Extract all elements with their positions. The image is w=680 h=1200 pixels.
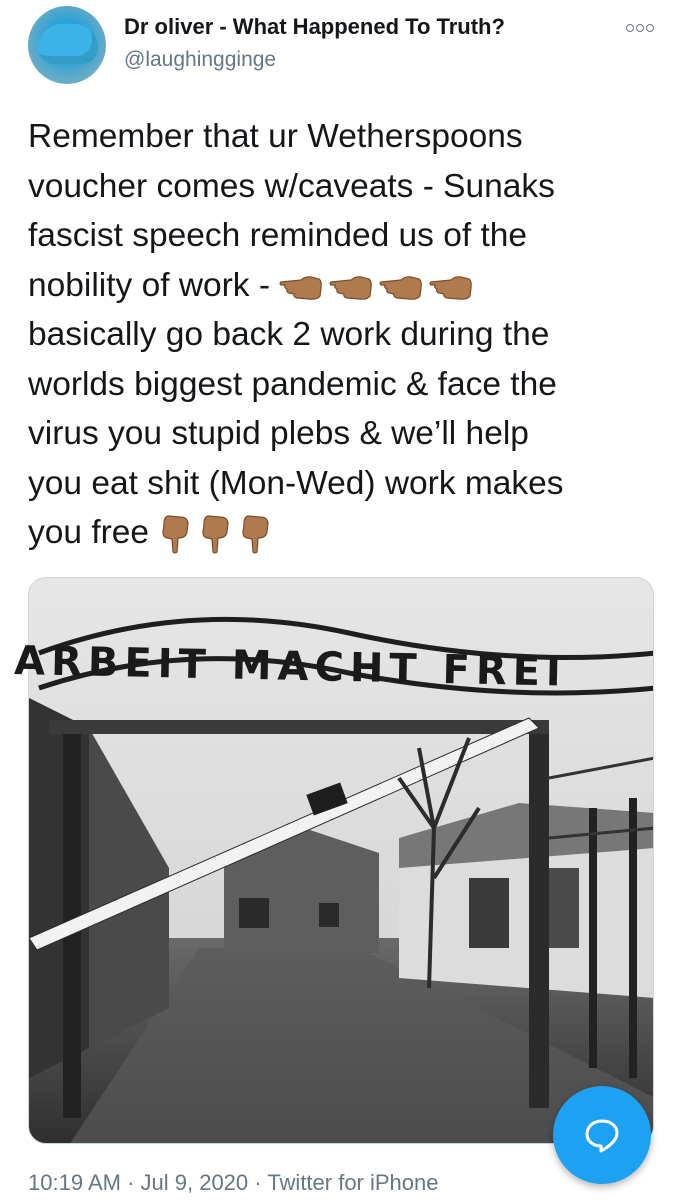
- pointing-down-icon: [202, 515, 229, 554]
- tweet-header: Dr oliver - What Happened To Truth? @lau…: [0, 0, 680, 110]
- tweet-line: you free: [28, 514, 159, 551]
- tweet-text: Remember that ur Wetherspoons voucher co…: [28, 112, 658, 558]
- tweet-line: voucher comes w/caveats - Sunaks: [28, 167, 555, 205]
- meta-separator: ·: [120, 1170, 141, 1195]
- tweet-line: virus you stupid plebs & we’ll help: [28, 415, 529, 452]
- tweet-time: 10:19 AM: [28, 1170, 121, 1195]
- reply-fab-button[interactable]: [553, 1086, 651, 1184]
- more-options-icon[interactable]: [622, 16, 658, 40]
- pointing-left-icon: [379, 275, 423, 300]
- pointing-left-icon: [429, 275, 473, 300]
- avatar[interactable]: [28, 6, 106, 84]
- meta-separator: ·: [248, 1170, 268, 1195]
- pointing-down-emoji-group: [158, 514, 278, 554]
- author-display-name[interactable]: Dr oliver - What Happened To Truth?: [124, 14, 505, 40]
- tweet-line: basically go back 2 work during the: [28, 316, 550, 353]
- reply-bubble-icon: [585, 1119, 619, 1153]
- pointing-left-icon: [279, 275, 323, 300]
- pointing-left-icon: [329, 275, 373, 300]
- tweet-line: nobility of work -: [28, 266, 280, 304]
- pointing-left-emoji-group: [279, 267, 479, 304]
- tweet-line: worlds biggest pandemic & face the: [28, 365, 557, 403]
- tweet-source[interactable]: Twitter for iPhone: [267, 1170, 438, 1195]
- pointing-down-icon: [162, 515, 189, 554]
- tweet-line: Remember that ur Wetherspoons: [28, 118, 523, 155]
- tweet-meta: 10:19 AM · Jul 9, 2020 · Twitter for iPh…: [28, 1170, 439, 1196]
- tweet-line: you eat shit (Mon-Wed) work makes: [28, 464, 564, 502]
- author-handle[interactable]: @laughingginge: [124, 48, 276, 72]
- tweet-date[interactable]: Jul 9, 2020: [141, 1170, 249, 1195]
- pointing-down-icon: [242, 515, 269, 554]
- tweet-line: fascist speech reminded us of the: [28, 217, 528, 254]
